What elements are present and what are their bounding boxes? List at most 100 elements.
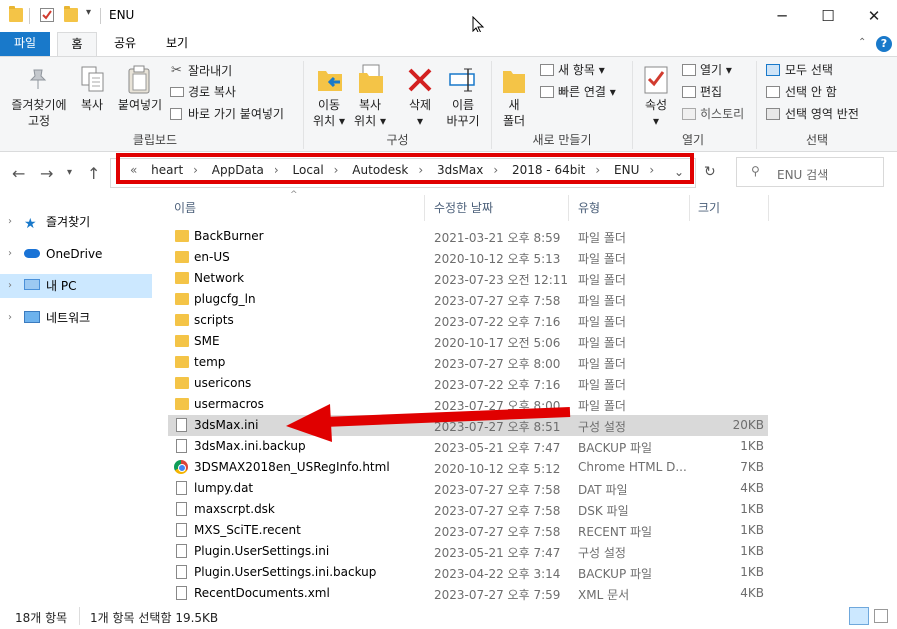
- search-input[interactable]: ⚲ ENU 검색: [736, 157, 884, 187]
- properties-button[interactable]: 속성 ▾: [636, 97, 676, 129]
- paste-button[interactable]: 붙여넣기: [114, 97, 166, 113]
- copy-path-button[interactable]: 경로 복사: [188, 84, 236, 100]
- paste-shortcut-button[interactable]: 바로 가기 붙여넣기: [188, 106, 284, 122]
- nav-this-pc[interactable]: › 내 PC: [0, 274, 152, 298]
- file-row[interactable]: 3DSMAX2018en_USRegInfo.html 2020-10-12 오후…: [168, 457, 768, 478]
- open-button[interactable]: 열기 ▾: [700, 62, 732, 78]
- file-row[interactable]: maxscrpt.dsk 2023-07-27 오후 7:58 DSK 파일 1KB: [168, 499, 768, 520]
- ribbon-collapse-chevron-icon[interactable]: ⌃: [858, 37, 866, 48]
- nav-label: OneDrive: [46, 247, 103, 261]
- file-type: XML 문서: [578, 588, 630, 602]
- copy-button[interactable]: 복사: [76, 97, 108, 113]
- file-date: 2023-07-27 오후 7:58: [434, 483, 561, 497]
- file-type: 파일 폴더: [578, 273, 626, 287]
- new-item-button[interactable]: 새 항목 ▾: [558, 62, 605, 78]
- column-divider[interactable]: [568, 195, 569, 221]
- file-type: 파일 폴더: [578, 294, 626, 308]
- column-divider[interactable]: [768, 195, 769, 221]
- nav-label: 즐겨찾기: [46, 215, 91, 229]
- file-type: DSK 파일: [578, 504, 629, 518]
- close-button[interactable]: ✕: [851, 0, 897, 32]
- up-arrow-icon[interactable]: ↑: [87, 164, 100, 183]
- file-row[interactable]: temp 2023-07-27 오후 8:00 파일 폴더: [168, 352, 768, 373]
- file-date: 2023-07-27 오후 7:58: [434, 525, 561, 539]
- nav-onedrive[interactable]: › OneDrive: [0, 242, 152, 266]
- move-to-button[interactable]: 이동 위치 ▾: [308, 97, 350, 129]
- file-row[interactable]: BackBurner 2021-03-21 오후 8:59 파일 폴더: [168, 226, 768, 247]
- file-type: DAT 파일: [578, 483, 628, 497]
- address-highlight-annotation: [116, 153, 694, 184]
- file-row[interactable]: plugcfg_ln 2023-07-27 오후 7:58 파일 폴더: [168, 289, 768, 310]
- file-row[interactable]: MXS_SciTE.recent 2023-07-27 오후 7:58 RECENT…: [168, 520, 768, 541]
- file-row[interactable]: scripts 2023-07-22 오후 7:16 파일 폴더: [168, 310, 768, 331]
- pin-quick-access-button[interactable]: 즐겨찾기에 고정: [6, 97, 72, 129]
- maximize-button[interactable]: ☐: [805, 0, 851, 32]
- address-dropdown-chevron-icon[interactable]: ⌄: [674, 165, 684, 179]
- file-row[interactable]: RecentDocuments.xml 2023-07-27 오후 7:59 XML…: [168, 583, 768, 604]
- large-icons-view-icon[interactable]: [874, 609, 888, 623]
- file-type: 구성 설정: [578, 420, 626, 434]
- minimize-button[interactable]: ─: [759, 0, 805, 32]
- history-button[interactable]: 히스토리: [700, 106, 744, 122]
- customize-qa-chevron-icon[interactable]: ▾: [86, 7, 91, 18]
- ribbon-tab-bar: 파일 홈 공유 보기 ⌃ ?: [0, 32, 897, 57]
- edit-button[interactable]: 편집: [700, 84, 722, 100]
- refresh-icon[interactable]: ↻: [704, 164, 716, 180]
- back-arrow-icon[interactable]: ←: [12, 164, 25, 183]
- column-divider[interactable]: [424, 195, 425, 221]
- copy-to-button[interactable]: 복사 위치 ▾: [348, 97, 392, 129]
- column-header-date[interactable]: 수정한 날짜: [434, 199, 493, 216]
- tab-share[interactable]: 공유: [106, 32, 144, 56]
- file-row[interactable]: en-US 2020-10-12 오후 5:13 파일 폴더: [168, 247, 768, 268]
- nav-quick-access[interactable]: › ★ 즐겨찾기: [0, 210, 152, 234]
- file-row[interactable]: Plugin.UserSettings.ini.backup 2023-04-22…: [168, 562, 768, 583]
- expand-chevron-icon[interactable]: ›: [8, 306, 12, 330]
- properties-chevron-icon: ▾: [652, 114, 660, 128]
- file-name: usericons: [194, 376, 252, 390]
- properties-icon: [644, 66, 668, 94]
- tab-file[interactable]: 파일: [0, 32, 50, 56]
- new-folder-icon[interactable]: [64, 6, 78, 22]
- file-row[interactable]: Network 2023-07-23 오전 12:11 파일 폴더: [168, 268, 768, 289]
- file-size: 20KB: [732, 418, 764, 432]
- file-date: 2020-10-17 오전 5:06: [434, 336, 561, 350]
- expand-chevron-icon[interactable]: ›: [8, 242, 12, 266]
- select-none-button[interactable]: 선택 안 함: [785, 84, 837, 100]
- rename-button[interactable]: 이름 바꾸기: [440, 97, 486, 129]
- file-row[interactable]: usericons 2023-07-22 오후 7:16 파일 폴더: [168, 373, 768, 394]
- column-header-name[interactable]: 이름: [174, 199, 196, 216]
- file-date: 2023-07-27 오후 7:58: [434, 504, 561, 518]
- pc-monitor-icon: [24, 279, 40, 290]
- sort-ascending-chevron-icon: ^: [290, 190, 298, 200]
- window-title: ENU: [109, 8, 135, 22]
- rename-label-line1: 이름: [451, 98, 475, 112]
- file-type: 파일 폴더: [578, 315, 626, 329]
- properties-check-icon[interactable]: [40, 8, 54, 22]
- column-divider[interactable]: [689, 195, 690, 221]
- file-icon: [176, 565, 187, 579]
- tab-home[interactable]: 홈: [57, 32, 97, 57]
- delete-button[interactable]: 삭제 ▾: [400, 97, 440, 129]
- file-name: plugcfg_ln: [194, 292, 256, 306]
- help-icon[interactable]: ?: [876, 36, 892, 52]
- nav-network[interactable]: › 네트워크: [0, 306, 152, 330]
- select-all-button[interactable]: 모두 선택: [785, 62, 833, 78]
- file-row[interactable]: SME 2020-10-17 오전 5:06 파일 폴더: [168, 331, 768, 352]
- expand-chevron-icon[interactable]: ›: [8, 274, 12, 298]
- expand-chevron-icon[interactable]: ›: [8, 210, 12, 234]
- column-header-type[interactable]: 유형: [578, 199, 600, 216]
- file-row[interactable]: Plugin.UserSettings.ini 2023-05-21 오후 7:4…: [168, 541, 768, 562]
- file-type: 파일 폴더: [578, 252, 626, 266]
- invert-selection-button[interactable]: 선택 영역 반전: [785, 106, 859, 122]
- new-folder-button[interactable]: 새 폴더: [496, 97, 532, 129]
- folder-icon: [175, 272, 189, 284]
- easy-access-button[interactable]: 빠른 연결 ▾: [558, 84, 616, 100]
- details-view-icon[interactable]: [849, 607, 869, 625]
- tab-view[interactable]: 보기: [158, 32, 196, 56]
- recent-locations-chevron-icon[interactable]: ▾: [67, 167, 72, 178]
- cloud-icon: [24, 249, 40, 258]
- forward-arrow-icon[interactable]: →: [40, 164, 53, 183]
- column-header-size[interactable]: 크기: [698, 199, 720, 216]
- cut-button[interactable]: 잘라내기: [188, 63, 232, 79]
- file-row[interactable]: lumpy.dat 2023-07-27 오후 7:58 DAT 파일 4KB: [168, 478, 768, 499]
